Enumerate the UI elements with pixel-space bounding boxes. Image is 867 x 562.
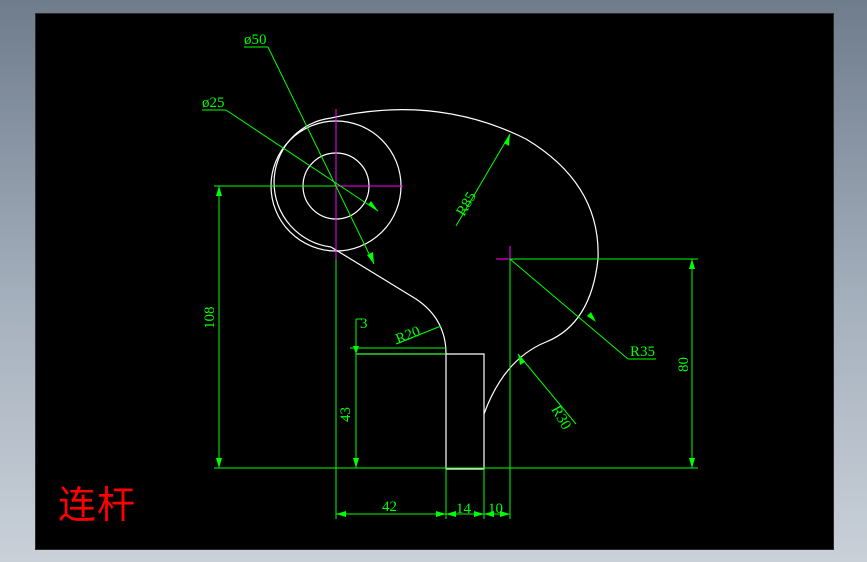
leader-dia50 [267,46,375,265]
dim-42: 42 [382,499,397,515]
outer-profile [273,109,599,470]
drawing-title: 连杆 [58,483,137,527]
dim-43: 43 [338,407,354,422]
connecting-rod-drawing: ø50 ø25 R85 R20 R35 R30 3 108 43 80 42 1… [202,32,698,519]
dim-dia25: ø25 [202,95,225,111]
leader-dia25 [225,109,379,212]
dimension-lines [202,46,698,519]
slot-edge [356,353,485,414]
centerlines [268,109,523,272]
dim-r30: R30 [548,403,574,433]
dim-3: 3 [360,316,368,332]
drawing-canvas[interactable]: ø50 ø25 R85 R20 R35 R30 3 108 43 80 42 1… [35,13,834,550]
dim-80: 80 [676,357,692,372]
dim-14: 14 [456,501,472,517]
dim-r85: R85 [454,189,480,219]
leader-r35 [509,258,629,360]
arrowheads [216,134,695,517]
dim-10: 10 [488,501,503,517]
dim-dia50: ø50 [244,32,267,48]
dim-r20: R20 [394,324,423,348]
dim-r35: R35 [630,344,655,360]
dim-108: 108 [202,307,218,330]
part-outline [270,109,599,470]
